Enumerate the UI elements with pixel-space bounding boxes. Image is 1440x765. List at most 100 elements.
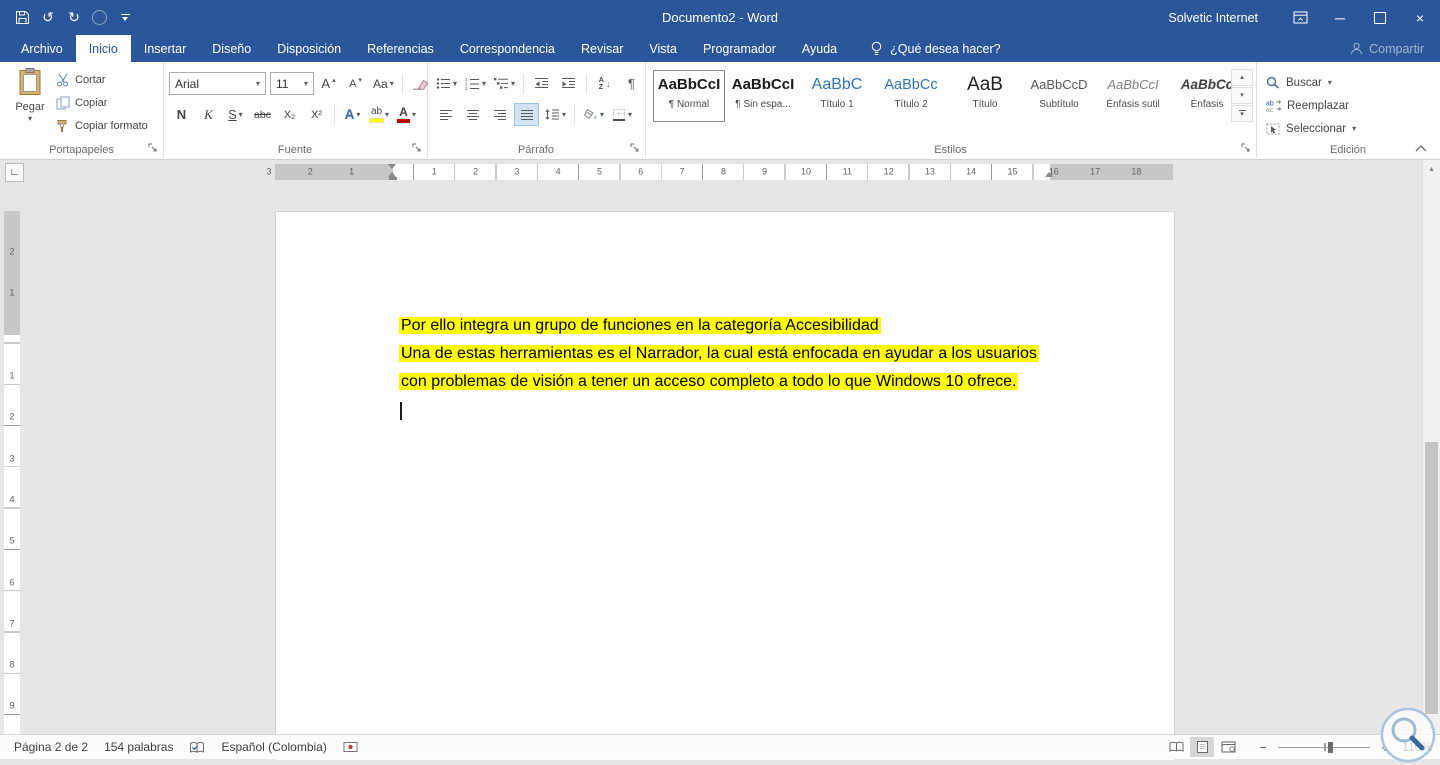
zoom-out-button[interactable]: − [1256, 740, 1270, 755]
subscript-button[interactable]: X₂ [277, 103, 302, 126]
minimize-button[interactable]: ─ [1320, 0, 1360, 35]
dropdown-arrow-icon[interactable]: ▾ [299, 73, 313, 94]
styles-more-button[interactable]: ▾ [1231, 105, 1253, 122]
copy-button[interactable]: Copiar [56, 94, 148, 111]
font-dialog-launcher[interactable] [412, 143, 423, 154]
font-name-combobox[interactable]: Arial ▾ [169, 72, 266, 95]
sort-button[interactable]: AZ ↓ [592, 72, 617, 95]
shrink-font-button[interactable]: A ▾ [343, 72, 368, 95]
style-subtitulo[interactable]: AaBbCcD Subtítulo [1023, 70, 1095, 122]
borders-button[interactable]: ▾ [609, 103, 635, 126]
align-center-button[interactable] [460, 103, 485, 126]
tab-stop-selector[interactable]: ∟ [5, 163, 24, 182]
redo-button[interactable]: ↻ [62, 5, 86, 31]
zoom-slider-thumb[interactable] [1327, 741, 1333, 753]
scroll-down-button[interactable]: ▾ [1423, 719, 1440, 735]
paste-button[interactable]: Pegar ▾ [7, 68, 53, 152]
tellme-box[interactable]: ¿Qué desea hacer? [870, 35, 1001, 62]
font-size-combobox[interactable]: 11 ▾ [270, 72, 314, 95]
vertical-scrollbar[interactable]: ▴ ▾ [1422, 160, 1440, 735]
page-indicator[interactable]: Página 2 de 2 [14, 740, 88, 754]
find-button[interactable]: Buscar ▾ [1266, 72, 1332, 93]
tab-referencias[interactable]: Referencias [354, 35, 447, 62]
superscript-button[interactable]: X² [304, 103, 329, 126]
decrease-indent-button[interactable] [529, 72, 554, 95]
styles-scroll-down-button[interactable]: ▾ [1231, 87, 1253, 104]
tab-vista[interactable]: Vista [636, 35, 690, 62]
select-button[interactable]: Seleccionar ▾ [1266, 118, 1356, 139]
styles-scroll-up-button[interactable]: ▴ [1231, 69, 1253, 86]
scroll-up-button[interactable]: ▴ [1423, 160, 1440, 176]
zoom-percentage[interactable]: 110% [1400, 740, 1432, 754]
tab-insertar[interactable]: Insertar [131, 35, 199, 62]
scrollbar-thumb[interactable] [1425, 442, 1438, 714]
increase-indent-button[interactable] [556, 72, 581, 95]
bold-button[interactable]: N [169, 103, 194, 126]
show-marks-button[interactable]: ¶ [619, 72, 644, 95]
save-button[interactable] [10, 5, 34, 31]
bullets-button[interactable]: ▾ [433, 72, 460, 95]
italic-button[interactable]: K [196, 103, 221, 126]
style-normal[interactable]: AaBbCcI ¶ Normal [653, 70, 725, 122]
language-indicator[interactable]: Español (Colombia) [221, 740, 326, 754]
font-color-button[interactable]: A ▾ [394, 103, 419, 126]
numbering-button[interactable]: 123 ▾ [462, 72, 489, 95]
underline-button[interactable]: S ▾ [223, 103, 248, 126]
multilevel-list-button[interactable]: ▾ [491, 72, 518, 95]
document-line[interactable]: con problemas de visión a tener un acces… [399, 368, 1039, 396]
collapse-ribbon-button[interactable] [1412, 141, 1430, 155]
shading-button[interactable]: ▾ [580, 103, 607, 126]
cut-button[interactable]: Cortar [56, 71, 148, 88]
style-titulo-1[interactable]: AaBbC Título 1 [801, 70, 873, 122]
tab-disposicion[interactable]: Disposición [264, 35, 354, 62]
tab-revisar[interactable]: Revisar [568, 35, 636, 62]
read-mode-button[interactable] [1164, 737, 1188, 757]
style-enfasis-sutil[interactable]: AaBbCcI Énfasis sutil [1097, 70, 1169, 122]
replace-button[interactable]: ab ac Reemplazar [1266, 95, 1349, 116]
grow-font-button[interactable]: A ▴ [316, 72, 341, 95]
macro-recording-button[interactable] [343, 741, 358, 753]
word-count[interactable]: 154 palabras [104, 740, 173, 754]
style-titulo-2[interactable]: AaBbCc Título 2 [875, 70, 947, 122]
tab-archivo[interactable]: Archivo [8, 35, 76, 62]
customize-qat-button[interactable] [113, 5, 137, 31]
document-line[interactable]: Por ello integra un grupo de funciones e… [399, 312, 1039, 340]
paragraph-dialog-launcher[interactable] [630, 143, 641, 154]
format-painter-button[interactable]: Copiar formato [56, 117, 148, 134]
close-button[interactable]: × [1400, 0, 1440, 35]
clipboard-dialog-launcher[interactable] [148, 143, 159, 154]
highlight-color-button[interactable]: ab ▾ [367, 103, 392, 126]
style-titulo[interactable]: AaB Título [949, 70, 1021, 122]
dropdown-arrow-icon[interactable]: ▾ [251, 73, 265, 94]
document-line[interactable]: Una de estas herramientas es el Narrador… [399, 340, 1039, 368]
left-indent-marker[interactable] [388, 177, 397, 180]
tab-programador[interactable]: Programador [690, 35, 789, 62]
web-layout-button[interactable] [1216, 737, 1240, 757]
tab-diseno[interactable]: Diseño [199, 35, 264, 62]
maximize-button[interactable] [1360, 0, 1400, 35]
undo-button[interactable]: ↺ [36, 5, 60, 31]
first-line-indent-marker[interactable] [388, 164, 396, 169]
text-effects-button[interactable]: A ▾ [340, 103, 365, 126]
styles-dialog-launcher[interactable] [1241, 143, 1252, 154]
hruler[interactable]: 3 2 1 1 2 3 4 5 6 7 8 9 10 11 12 13 14 15 16 17 18 [266, 164, 1173, 180]
align-left-button[interactable] [433, 103, 458, 126]
share-button[interactable]: Compartir [1350, 35, 1424, 62]
ribbon-display-options-button[interactable] [1280, 0, 1320, 35]
zoom-in-button[interactable]: + [1378, 740, 1392, 755]
document-page[interactable]: Por ello integra un grupo de funciones e… [275, 211, 1175, 760]
tab-correspondencia[interactable]: Correspondencia [447, 35, 568, 62]
justify-button[interactable] [514, 103, 539, 126]
zoom-slider[interactable] [1278, 739, 1370, 755]
line-spacing-button[interactable]: ▾ [541, 103, 569, 126]
right-indent-marker[interactable] [1045, 172, 1053, 177]
align-right-button[interactable] [487, 103, 512, 126]
style-sin-espaciado[interactable]: AaBbCcI ¶ Sin espa... [727, 70, 799, 122]
print-layout-button[interactable] [1190, 737, 1214, 757]
account-name[interactable]: Solvetic Internet [1168, 11, 1258, 25]
tab-ayuda[interactable]: Ayuda [789, 35, 850, 62]
strikethrough-button[interactable]: abc [250, 103, 275, 126]
proofing-status-button[interactable] [189, 741, 205, 754]
vruler[interactable]: 2 1 1 2 3 4 5 6 7 8 9 [4, 186, 20, 735]
change-case-button[interactable]: Aa ▾ [370, 72, 397, 95]
